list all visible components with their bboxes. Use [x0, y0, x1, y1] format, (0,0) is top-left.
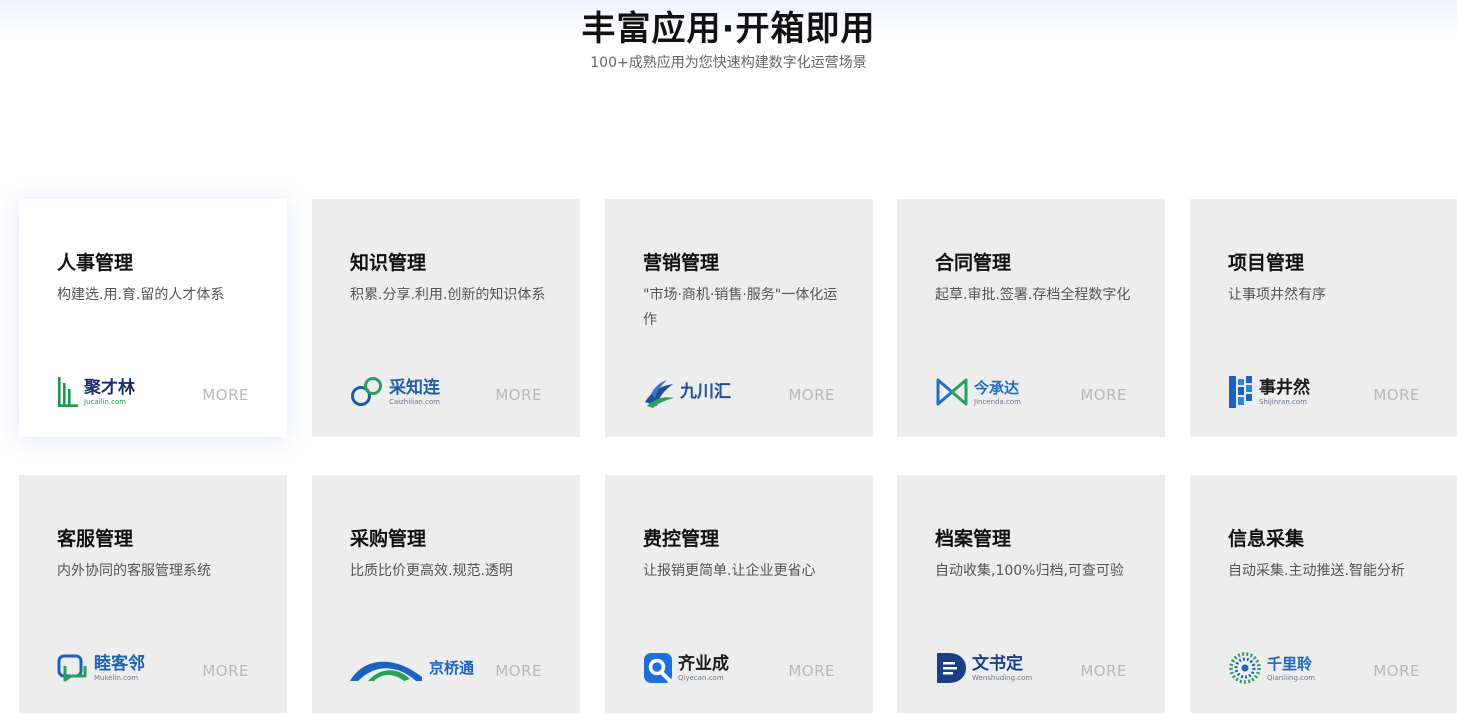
logo-domain: Caizhilian.com	[389, 397, 440, 406]
logo-name: 京桥通	[429, 658, 475, 677]
logo-domain: Shijinran.com	[1259, 397, 1307, 406]
more-link[interactable]: MORE	[1080, 386, 1127, 404]
card-description: 让事项井然有序	[1228, 287, 1326, 303]
logo-name: 文书定	[972, 653, 1023, 674]
card-description: 让报销更简单.让企业更省心	[643, 563, 816, 579]
card-description: 起草.审批.签署.存档全程数字化	[935, 287, 1131, 303]
logo-domain: Jucailin.com	[84, 397, 127, 406]
logo-name: 事井然	[1259, 377, 1310, 398]
card-title: 采购管理	[350, 528, 427, 550]
qiyecheng-logo: 齐业成 Qiyecan.com	[643, 650, 729, 686]
more-link[interactable]: MORE	[788, 386, 835, 404]
card-title: 知识管理	[350, 252, 427, 274]
more-link[interactable]: MORE	[1373, 662, 1420, 680]
logo-domain: Mukelin.com	[94, 673, 139, 682]
logo-domain: Wenshuding.com	[972, 673, 1033, 682]
shijinran-logo: 事井然 Shijinran.com	[1228, 374, 1310, 410]
logo-domain: Jincenda.com	[974, 397, 1021, 406]
more-link[interactable]: MORE	[202, 662, 249, 680]
app-card-knowledge[interactable]: 知识管理 积累.分享.利用.创新的知识体系 采知连 Caizhilian.com…	[312, 199, 580, 437]
card-description: "市场·商机·销售·服务"一体化运作	[643, 287, 838, 328]
jinchengda-logo: 今承达 Jincenda.com	[935, 374, 1021, 410]
document-d-icon	[937, 653, 966, 683]
card-title: 客服管理	[57, 528, 134, 550]
logo-name: 采知连	[389, 377, 440, 398]
wave-icon	[645, 380, 674, 408]
logo-name: 今承达	[974, 378, 1020, 397]
jucailin-logo: 聚才林 Jucailin.com	[57, 374, 135, 410]
logo-name: 九川汇	[680, 381, 731, 402]
wenshuding-logo: 文书定 Wenshuding.com	[935, 650, 1032, 686]
card-description: 自动采集.主动推送.智能分析	[1228, 563, 1405, 579]
section-header: 丰富应用·开箱即用 100+成熟应用为您快速构建数字化运营场景	[0, 10, 1457, 72]
chat-bubble-icon	[57, 654, 87, 682]
bars-leaf-icon	[58, 377, 78, 407]
card-title: 项目管理	[1228, 252, 1305, 274]
card-title: 费控管理	[643, 528, 720, 550]
card-description: 积累.分享.利用.创新的知识体系	[350, 287, 546, 303]
bowtie-icon	[936, 378, 968, 406]
more-link[interactable]: MORE	[788, 662, 835, 680]
more-link[interactable]: MORE	[1373, 386, 1420, 404]
logo-name: 聚才林	[84, 377, 135, 398]
card-description: 内外协同的客服管理系统	[57, 563, 211, 579]
block-grid-icon	[1229, 376, 1252, 408]
card-description: 构建选.用.育.留的人才体系	[57, 287, 225, 303]
logo-domain: Qiyecan.com	[678, 673, 724, 682]
q-square-icon	[644, 653, 672, 683]
app-card-marketing[interactable]: 营销管理 "市场·商机·销售·服务"一体化运作 九川汇 MORE	[605, 199, 873, 437]
card-title: 信息采集	[1228, 528, 1305, 550]
logo-name: 睦客邻	[94, 653, 145, 674]
dotted-circle-icon	[1229, 652, 1261, 684]
logo-domain: Qianliing.com	[1267, 673, 1316, 682]
app-card-customer-service[interactable]: 客服管理 内外协同的客服管理系统 睦客邻 Mukelin.com MORE	[19, 475, 287, 713]
app-card-expense[interactable]: 费控管理 让报销更简单.让企业更省心 齐业成 Qiyecan.com MORE	[605, 475, 873, 713]
jiuchuanhui-logo: 九川汇	[643, 374, 731, 410]
qianliling-logo: 千里聆 Qianliing.com	[1228, 650, 1315, 686]
app-card-info-collection[interactable]: 信息采集 自动采集.主动推送.智能分析 千里聆 Qianliing.com MO…	[1190, 475, 1457, 713]
linked-rings-icon	[351, 377, 382, 406]
card-title: 人事管理	[57, 252, 134, 274]
more-link[interactable]: MORE	[202, 386, 249, 404]
page-subtitle: 100+成熟应用为您快速构建数字化运营场景	[590, 55, 867, 71]
card-title: 合同管理	[935, 252, 1012, 274]
more-link[interactable]: MORE	[495, 662, 542, 680]
card-description: 比质比价更高效.规范.透明	[350, 563, 513, 579]
app-card-procurement[interactable]: 采购管理 比质比价更高效.规范.透明 京桥通 MORE	[312, 475, 580, 713]
mukelin-logo: 睦客邻 Mukelin.com	[57, 650, 145, 686]
bridge-icon	[350, 661, 422, 681]
page-title: 丰富应用·开箱即用	[581, 9, 876, 49]
more-link[interactable]: MORE	[1080, 662, 1127, 680]
app-card-project[interactable]: 项目管理 让事项井然有序 事井然 Shijinran.com MORE	[1190, 199, 1457, 437]
more-link[interactable]: MORE	[495, 386, 542, 404]
app-card-hr[interactable]: 人事管理 构建选.用.育.留的人才体系 聚才林 Jucailin.com MOR…	[19, 199, 287, 437]
logo-name: 齐业成	[678, 653, 729, 674]
card-description: 自动收集,100%归档,可查可验	[935, 563, 1124, 579]
logo-name: 千里聆	[1267, 654, 1313, 673]
app-card-archive[interactable]: 档案管理 自动收集,100%归档,可查可验 文书定 Wenshuding.com…	[897, 475, 1165, 713]
jingqiaotong-logo: 京桥通	[350, 650, 474, 686]
card-title: 档案管理	[935, 528, 1012, 550]
card-title: 营销管理	[643, 252, 720, 274]
app-card-contract[interactable]: 合同管理 起草.审批.签署.存档全程数字化 今承达 Jincenda.com M…	[897, 199, 1165, 437]
caizhilian-logo: 采知连 Caizhilian.com	[350, 374, 440, 410]
